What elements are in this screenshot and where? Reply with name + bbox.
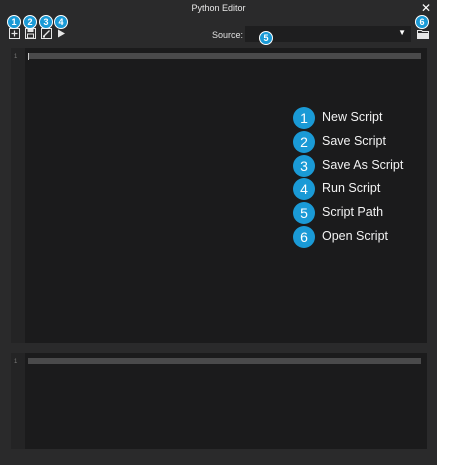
play-icon xyxy=(58,29,65,38)
new-script-icon xyxy=(9,28,20,39)
output-console[interactable]: 1 xyxy=(11,353,427,449)
title-bar: Python Editor ✕ xyxy=(0,0,437,18)
callout-badge-5: 5 xyxy=(259,31,273,45)
legend-label: Save As Script xyxy=(322,158,404,172)
legend-label: Open Script xyxy=(322,229,389,243)
save-as-icon xyxy=(41,28,52,39)
callout-badge-1: 1 xyxy=(7,15,21,29)
source-label: Source: xyxy=(212,30,244,40)
console-current-line xyxy=(28,358,421,364)
script-editor[interactable]: 1 xyxy=(11,48,427,343)
folder-open-icon xyxy=(417,29,429,39)
editor-caret xyxy=(28,53,29,60)
legend-label: Run Script xyxy=(322,181,381,195)
callout-badge-4: 4 xyxy=(54,15,68,29)
legend-number: 3 xyxy=(293,155,315,177)
legend-label: Save Script xyxy=(322,134,386,148)
callout-badge-2: 2 xyxy=(23,15,37,29)
legend-number: 5 xyxy=(293,202,315,224)
chevron-down-icon: ▼ xyxy=(398,28,406,37)
save-icon xyxy=(25,28,36,39)
legend-number: 4 xyxy=(293,178,315,200)
legend-number: 2 xyxy=(293,131,315,153)
close-icon[interactable]: ✕ xyxy=(419,1,433,15)
console-gutter: 1 xyxy=(11,353,25,449)
window-title: Python Editor xyxy=(191,3,246,13)
editor-line-number: 1 xyxy=(14,54,18,60)
legend-label: New Script xyxy=(322,110,383,124)
editor-gutter: 1 xyxy=(11,48,25,343)
legend-number: 1 xyxy=(293,107,315,129)
legend-number: 6 xyxy=(293,226,315,248)
console-line-number: 1 xyxy=(14,359,18,365)
legend-label: Script Path xyxy=(322,205,384,219)
callout-badge-3: 3 xyxy=(39,15,53,29)
open-script-button[interactable] xyxy=(417,27,429,40)
toolbar: Source: ▼ xyxy=(0,26,437,44)
callout-badge-6: 6 xyxy=(415,15,429,29)
editor-current-line xyxy=(28,53,421,59)
